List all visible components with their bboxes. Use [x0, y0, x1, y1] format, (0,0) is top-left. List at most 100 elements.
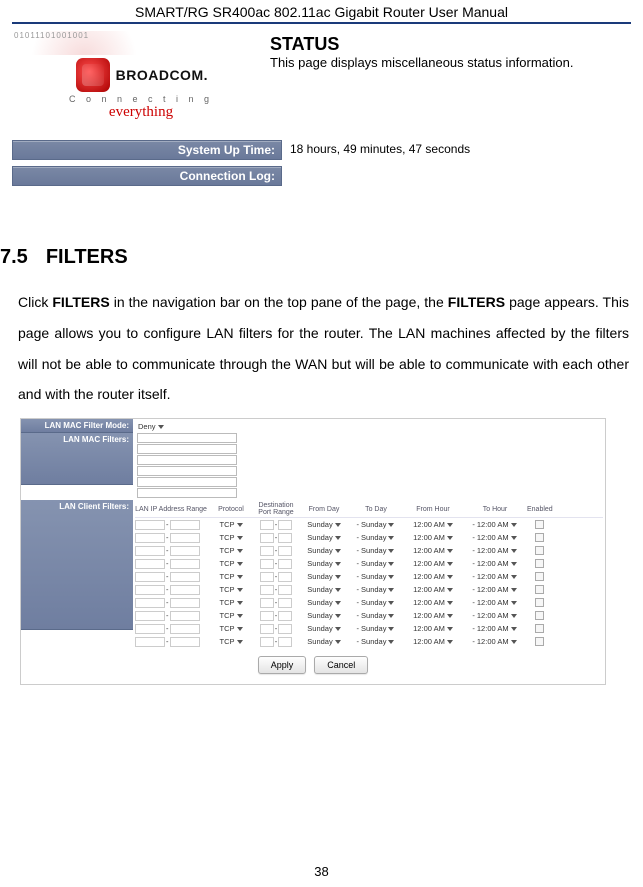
from-hour-select[interactable]: 12:00 AM: [412, 571, 454, 582]
to-day-select[interactable]: Sunday: [360, 636, 395, 647]
protocol-select[interactable]: TCP: [219, 636, 244, 647]
port-to-input[interactable]: [278, 520, 292, 530]
enabled-checkbox[interactable]: [535, 520, 544, 529]
from-hour-select[interactable]: 12:00 AM: [412, 584, 454, 595]
port-to-input[interactable]: [278, 611, 292, 621]
to-day-select[interactable]: Sunday: [360, 532, 395, 543]
from-day-select[interactable]: Sunday: [306, 558, 341, 569]
from-day-select[interactable]: Sunday: [306, 519, 341, 530]
apply-button[interactable]: Apply: [258, 656, 307, 674]
mac-filter-input[interactable]: [137, 455, 237, 465]
enabled-checkbox[interactable]: [535, 533, 544, 542]
mac-filter-input[interactable]: [137, 444, 237, 454]
port-from-input[interactable]: [260, 611, 274, 621]
enabled-checkbox[interactable]: [535, 637, 544, 646]
from-hour-select[interactable]: 12:00 AM: [412, 597, 454, 608]
ip-to-input[interactable]: [170, 533, 200, 543]
ip-to-input[interactable]: [170, 624, 200, 634]
from-day-select[interactable]: Sunday: [306, 571, 341, 582]
protocol-select[interactable]: TCP: [219, 545, 244, 556]
to-day-select[interactable]: Sunday: [360, 597, 395, 608]
from-day-select[interactable]: Sunday: [306, 532, 341, 543]
mac-filter-input[interactable]: [137, 488, 237, 498]
enabled-checkbox[interactable]: [535, 611, 544, 620]
to-hour-select[interactable]: 12:00 AM: [476, 532, 518, 543]
ip-to-input[interactable]: [170, 611, 200, 621]
from-day-select[interactable]: Sunday: [306, 636, 341, 647]
ip-to-input[interactable]: [170, 637, 200, 647]
ip-from-input[interactable]: [135, 533, 165, 543]
to-hour-select[interactable]: 12:00 AM: [476, 558, 518, 569]
protocol-select[interactable]: TCP: [219, 532, 244, 543]
from-hour-select[interactable]: 12:00 AM: [412, 558, 454, 569]
from-day-select[interactable]: Sunday: [306, 597, 341, 608]
enabled-checkbox[interactable]: [535, 598, 544, 607]
to-day-select[interactable]: Sunday: [360, 558, 395, 569]
ip-from-input[interactable]: [135, 559, 165, 569]
ip-from-input[interactable]: [135, 520, 165, 530]
port-to-input[interactable]: [278, 585, 292, 595]
port-from-input[interactable]: [260, 598, 274, 608]
ip-from-input[interactable]: [135, 637, 165, 647]
port-to-input[interactable]: [278, 559, 292, 569]
from-hour-select[interactable]: 12:00 AM: [412, 636, 454, 647]
ip-to-input[interactable]: [170, 585, 200, 595]
to-hour-select[interactable]: 12:00 AM: [476, 636, 518, 647]
port-from-input[interactable]: [260, 637, 274, 647]
protocol-select[interactable]: TCP: [219, 584, 244, 595]
protocol-select[interactable]: TCP: [219, 610, 244, 621]
port-from-input[interactable]: [260, 624, 274, 634]
cancel-button[interactable]: Cancel: [314, 656, 368, 674]
enabled-checkbox[interactable]: [535, 572, 544, 581]
port-from-input[interactable]: [260, 572, 274, 582]
ip-from-input[interactable]: [135, 611, 165, 621]
port-to-input[interactable]: [278, 624, 292, 634]
port-to-input[interactable]: [278, 598, 292, 608]
enabled-checkbox[interactable]: [535, 546, 544, 555]
protocol-select[interactable]: TCP: [219, 519, 244, 530]
enabled-checkbox[interactable]: [535, 624, 544, 633]
to-hour-select[interactable]: 12:00 AM: [476, 584, 518, 595]
ip-from-input[interactable]: [135, 624, 165, 634]
enabled-checkbox[interactable]: [535, 585, 544, 594]
ip-to-input[interactable]: [170, 572, 200, 582]
port-from-input[interactable]: [260, 546, 274, 556]
port-to-input[interactable]: [278, 637, 292, 647]
to-hour-select[interactable]: 12:00 AM: [476, 610, 518, 621]
protocol-select[interactable]: TCP: [219, 571, 244, 582]
ip-to-input[interactable]: [170, 520, 200, 530]
ip-from-input[interactable]: [135, 572, 165, 582]
mac-filter-input[interactable]: [137, 477, 237, 487]
port-from-input[interactable]: [260, 520, 274, 530]
to-hour-select[interactable]: 12:00 AM: [476, 545, 518, 556]
from-day-select[interactable]: Sunday: [306, 610, 341, 621]
to-day-select[interactable]: Sunday: [360, 571, 395, 582]
from-hour-select[interactable]: 12:00 AM: [412, 545, 454, 556]
to-day-select[interactable]: Sunday: [360, 610, 395, 621]
ip-to-input[interactable]: [170, 598, 200, 608]
to-hour-select[interactable]: 12:00 AM: [476, 519, 518, 530]
mac-filter-input[interactable]: [137, 466, 237, 476]
to-day-select[interactable]: Sunday: [360, 519, 395, 530]
protocol-select[interactable]: TCP: [219, 597, 244, 608]
port-to-input[interactable]: [278, 572, 292, 582]
mac-filter-input[interactable]: [137, 433, 237, 443]
mac-mode-select[interactable]: Deny: [137, 421, 165, 432]
port-from-input[interactable]: [260, 533, 274, 543]
to-hour-select[interactable]: 12:00 AM: [476, 571, 518, 582]
port-to-input[interactable]: [278, 546, 292, 556]
from-hour-select[interactable]: 12:00 AM: [412, 519, 454, 530]
ip-to-input[interactable]: [170, 559, 200, 569]
to-hour-select[interactable]: 12:00 AM: [476, 623, 518, 634]
ip-to-input[interactable]: [170, 546, 200, 556]
protocol-select[interactable]: TCP: [219, 623, 244, 634]
enabled-checkbox[interactable]: [535, 559, 544, 568]
ip-from-input[interactable]: [135, 546, 165, 556]
to-day-select[interactable]: Sunday: [360, 584, 395, 595]
ip-from-input[interactable]: [135, 585, 165, 595]
from-hour-select[interactable]: 12:00 AM: [412, 532, 454, 543]
from-day-select[interactable]: Sunday: [306, 545, 341, 556]
to-day-select[interactable]: Sunday: [360, 623, 395, 634]
from-hour-select[interactable]: 12:00 AM: [412, 610, 454, 621]
from-day-select[interactable]: Sunday: [306, 584, 341, 595]
